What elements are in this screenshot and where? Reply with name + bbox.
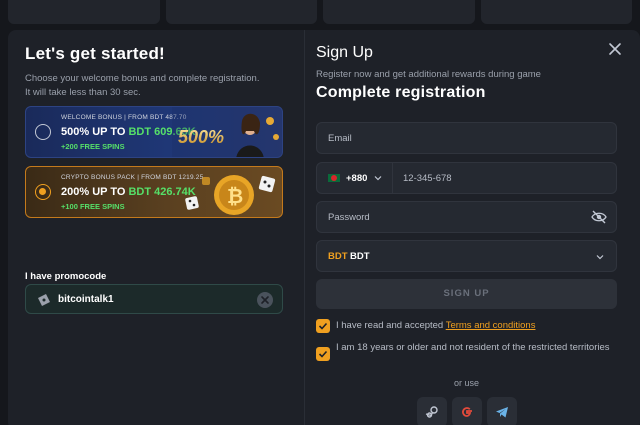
ticket-icon <box>38 294 50 306</box>
background-tile <box>323 0 475 24</box>
bonus-tag: WELCOME BONUS | FROM BDT 487.70 <box>61 114 187 121</box>
promocode-value: bitcointalk1 <box>58 294 114 305</box>
clear-icon <box>261 296 269 304</box>
check-icon <box>318 350 328 358</box>
promocode-label: I have promocode <box>25 271 107 282</box>
bonus-radio[interactable] <box>35 124 51 140</box>
currency-name: BDT <box>350 251 370 262</box>
terms-link[interactable]: Terms and conditions <box>446 320 536 331</box>
google-login-button[interactable] <box>452 397 482 425</box>
eye-off-icon[interactable] <box>591 210 607 224</box>
steam-login-button[interactable] <box>417 397 447 425</box>
background-tile <box>165 0 317 24</box>
google-icon <box>462 407 472 417</box>
phone-code-value: +880 <box>346 173 368 184</box>
currency-select[interactable]: BDT BDT <box>316 240 617 272</box>
password-field[interactable]: Password <box>316 201 617 233</box>
signup-button[interactable]: SIGN UP <box>316 279 617 309</box>
background-tile <box>8 0 160 24</box>
bonus-panel: Let's get started! Choose your welcome b… <box>25 44 285 314</box>
crypto-bonus-art: ₿ <box>185 175 276 215</box>
signup-heading: Complete registration <box>316 84 486 101</box>
phone-code-select[interactable]: +880 <box>317 163 393 193</box>
chevron-down-icon <box>374 176 382 181</box>
bonus-panel-title: Let's get started! <box>25 44 165 63</box>
bangladesh-flag-icon <box>328 174 340 182</box>
signup-subtitle: Register now and get additional rewards … <box>316 69 541 80</box>
check-icon <box>318 322 328 330</box>
registration-modal: Let's get started! Choose your welcome b… <box>8 30 640 425</box>
crypto-bonus-option[interactable]: CRYPTO BONUS PACK | FROM BDT 1219.25 200… <box>25 166 283 218</box>
age-text: I am 18 years or older and not resident … <box>336 342 610 353</box>
welcome-bonus-option[interactable]: WELCOME BONUS | FROM BDT 487.70 500% UP … <box>25 106 283 158</box>
promocode-input[interactable]: bitcointalk1 <box>25 284 283 314</box>
or-use-label: or use <box>453 378 479 388</box>
steam-icon <box>425 406 438 418</box>
age-checkbox[interactable] <box>316 347 330 361</box>
svg-text:500%: 500% <box>178 127 224 147</box>
svg-text:₿: ₿ <box>227 186 243 208</box>
email-field[interactable]: Email <box>316 122 617 154</box>
welcome-bonus-art: 500% <box>172 107 282 157</box>
background-game-tiles <box>0 0 640 24</box>
bonus-spins: +200 FREE SPINS <box>61 142 125 151</box>
background-tile <box>480 0 632 24</box>
panel-divider <box>304 30 305 425</box>
chevron-down-icon <box>596 255 604 260</box>
telegram-login-button[interactable] <box>487 397 517 425</box>
terms-checkbox[interactable] <box>316 319 330 333</box>
password-placeholder: Password <box>328 212 370 223</box>
clear-promocode-button[interactable] <box>257 292 273 308</box>
terms-text: I have read and accepted Terms and condi… <box>336 320 536 331</box>
phone-number-input[interactable]: 12-345-678 <box>403 173 452 184</box>
signup-panel: Sign Up Register now and get additional … <box>316 44 617 425</box>
signup-title: Sign Up <box>316 44 373 61</box>
bonus-panel-subtitle: Choose your welcome bonus and complete r… <box>25 73 260 98</box>
bonus-spins: +100 FREE SPINS <box>61 202 125 211</box>
bonus-radio-selected[interactable] <box>35 184 51 200</box>
phone-field: +880 12-345-678 <box>316 162 617 194</box>
currency-code: BDT <box>328 251 348 262</box>
telegram-icon <box>496 407 508 418</box>
email-placeholder: Email <box>328 133 352 144</box>
